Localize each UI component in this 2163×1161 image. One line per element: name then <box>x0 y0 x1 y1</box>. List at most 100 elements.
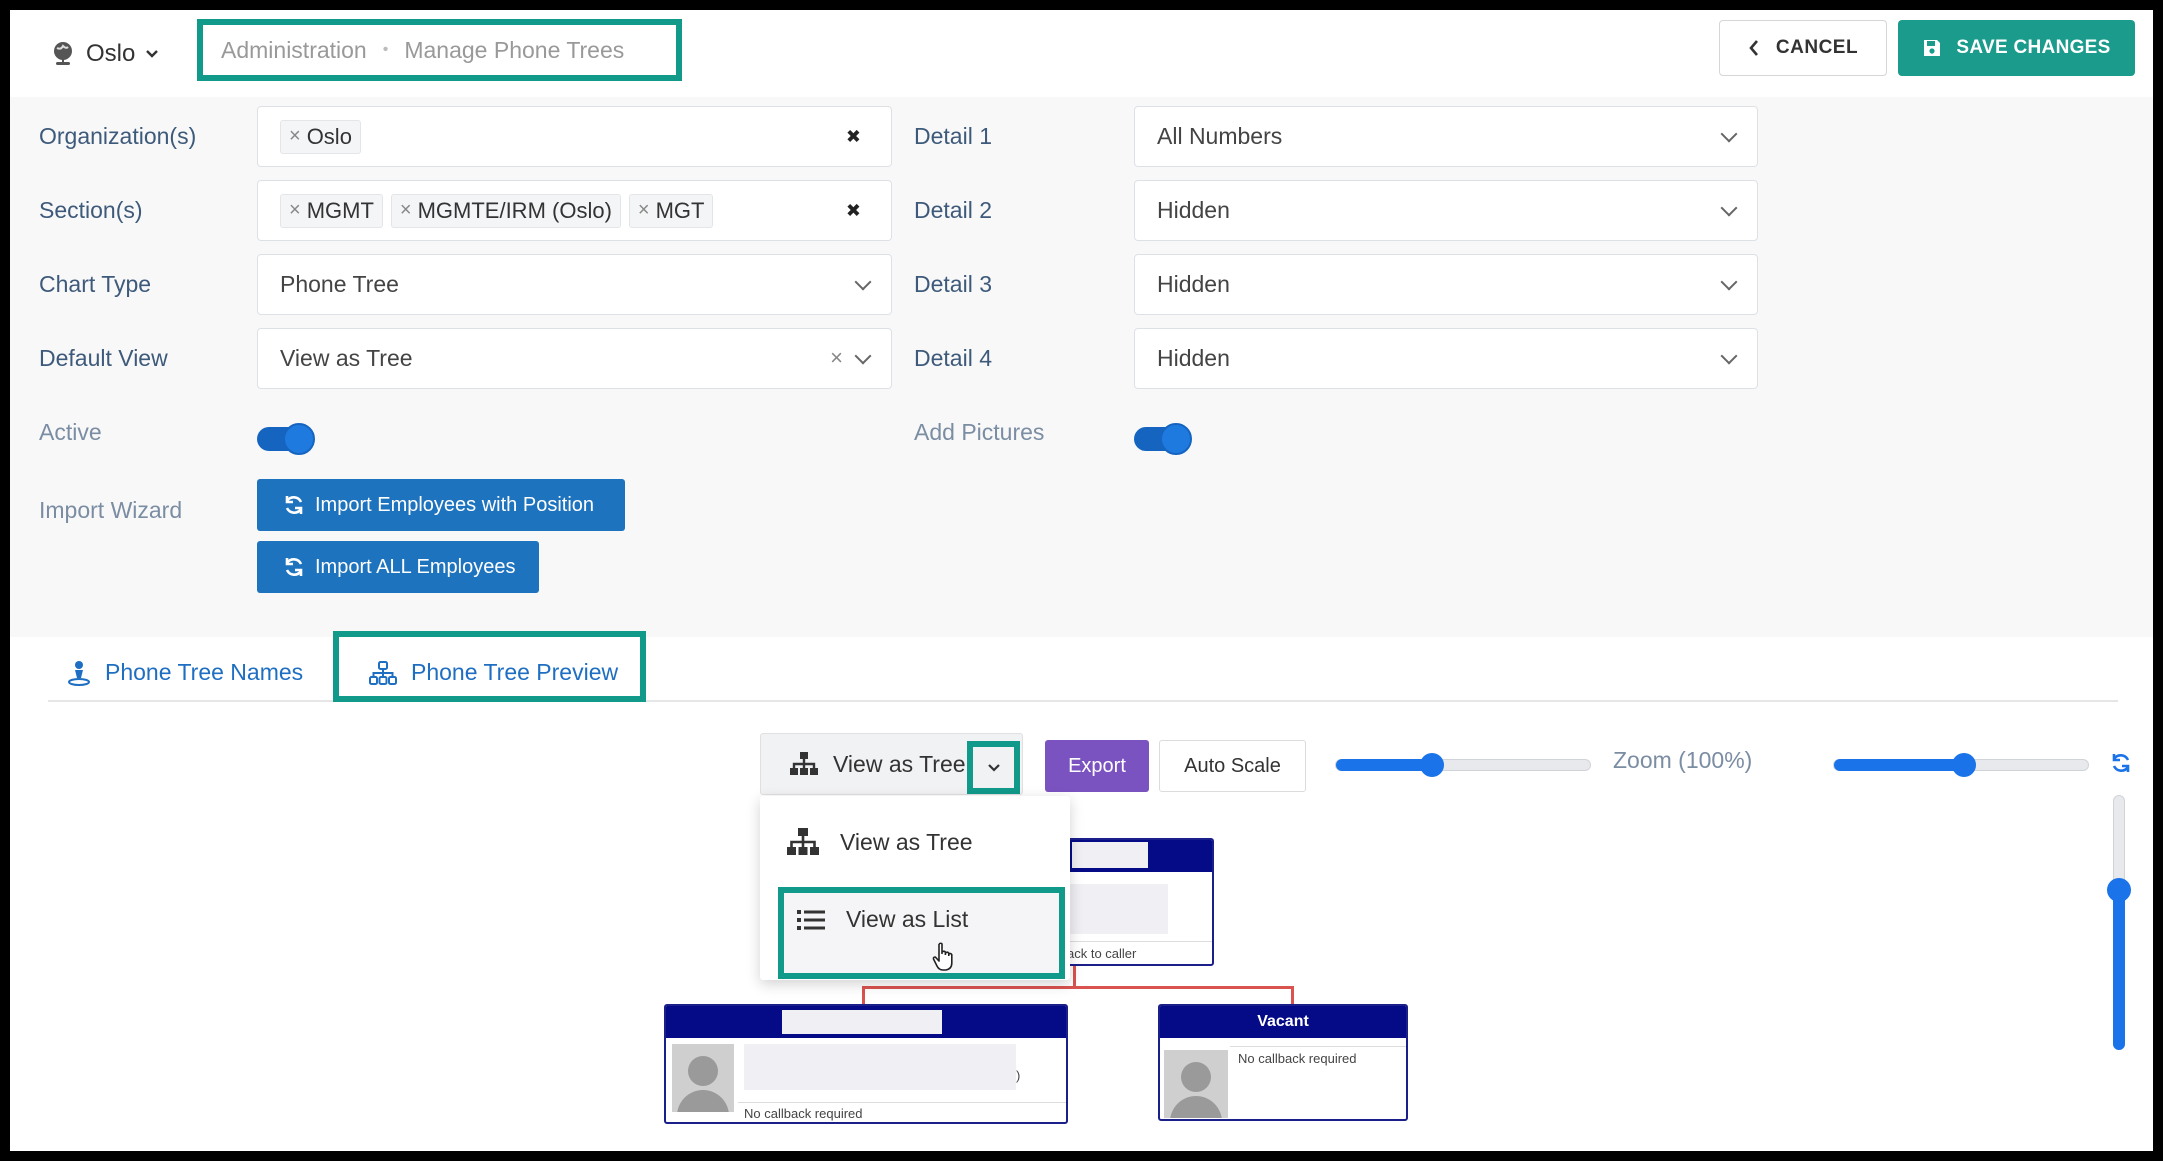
remove-tag-icon[interactable]: × <box>289 199 301 222</box>
globe-icon <box>54 42 72 65</box>
add-pictures-toggle[interactable] <box>1134 423 1192 455</box>
refresh-icon <box>285 558 303 576</box>
refresh-icon <box>285 496 303 514</box>
detail-1-value: All Numbers <box>1157 123 1283 149</box>
org-switcher[interactable]: Oslo <box>50 32 159 76</box>
tab-phone-tree-names[interactable]: Phone Tree Names <box>67 659 303 686</box>
section-tag[interactable]: × MGMTE/IRM (Oslo) <box>390 193 621 228</box>
chevron-down-icon <box>1720 125 1738 142</box>
slider-fill <box>1336 759 1432 771</box>
default-view-value: View as Tree <box>280 345 413 371</box>
slider-thumb[interactable] <box>1952 753 1976 777</box>
tree-card-left[interactable]: ) No callback required <box>664 1004 1068 1124</box>
tab-label: Phone Tree Preview <box>411 659 619 685</box>
slider-thumb[interactable] <box>1420 753 1444 777</box>
org-name: Oslo <box>86 40 136 67</box>
import-employees-with-position-button[interactable]: Import Employees with Position <box>257 479 625 531</box>
redacted-details <box>1062 884 1168 934</box>
import-all-employees-button[interactable]: Import ALL Employees <box>257 541 539 593</box>
redacted-name <box>1072 842 1148 868</box>
chevron-down-icon <box>854 347 872 364</box>
remove-tag-icon[interactable]: × <box>289 125 301 148</box>
chevron-down-icon <box>1720 273 1738 290</box>
view-mode-dropdown-button[interactable] <box>967 741 1020 794</box>
avatar-placeholder <box>1164 1050 1228 1118</box>
card-header: Vacant <box>1160 1006 1406 1038</box>
zoom-slider[interactable] <box>1833 753 2089 777</box>
tab-phone-tree-preview[interactable]: Phone Tree Preview <box>369 659 618 686</box>
app-window: Oslo Administration • Manage Phone Trees… <box>10 10 2153 1151</box>
chevron-down-icon <box>1720 347 1738 364</box>
sitemap-icon <box>790 752 818 775</box>
clear-icon[interactable]: ✖ <box>846 126 861 147</box>
active-label: Active <box>39 419 102 445</box>
cancel-label: CANCEL <box>1775 37 1859 58</box>
organizations-multiselect[interactable]: × Oslo ✖ <box>257 106 892 167</box>
detail-4-select[interactable]: Hidden <box>1134 328 1758 389</box>
chevron-down-icon <box>854 273 872 290</box>
cancel-button[interactable]: CANCEL <box>1719 20 1887 76</box>
toggle-knob <box>1160 423 1192 455</box>
detail-3-value: Hidden <box>1157 271 1230 297</box>
sitemap-icon <box>787 828 819 855</box>
import-wizard-label: Import Wizard <box>39 497 183 523</box>
card-divider <box>738 1102 1066 1103</box>
breadcrumb-separator: • <box>382 41 389 58</box>
slider-fill <box>1834 759 1964 771</box>
tab-label: Phone Tree Names <box>105 659 304 685</box>
breadcrumb-manage-phone-trees: Manage Phone Trees <box>404 36 625 63</box>
tree-connector <box>862 986 1294 989</box>
chevron-left-icon <box>1749 40 1758 56</box>
import-all-label: Import ALL Employees <box>315 555 516 578</box>
chart-type-value: Phone Tree <box>280 271 399 297</box>
tree-connector <box>862 986 865 1006</box>
organization-tag[interactable]: × Oslo <box>280 119 361 154</box>
organizations-label: Organization(s) <box>39 123 197 149</box>
avatar-placeholder <box>672 1044 734 1112</box>
tree-card-vacant[interactable]: Vacant No callback required <box>1158 1004 1408 1121</box>
active-toggle[interactable] <box>257 423 315 455</box>
menu-item-label: View as Tree <box>840 828 973 855</box>
list-icon <box>797 909 825 930</box>
chevron-down-icon <box>146 50 159 58</box>
view-mode-value: View as Tree <box>833 750 966 777</box>
breadcrumb-administration[interactable]: Administration <box>221 37 367 64</box>
sections-multiselect[interactable]: × MGMT × MGMTE/IRM (Oslo) × MGT ✖ <box>257 180 892 241</box>
tree-connector <box>1291 986 1294 1006</box>
sections-label: Section(s) <box>39 197 143 223</box>
auto-scale-button[interactable]: Auto Scale <box>1159 740 1306 792</box>
scale-slider[interactable] <box>1335 753 1591 777</box>
menu-item-highlight <box>778 887 1065 979</box>
reset-zoom-icon[interactable] <box>2110 752 2132 774</box>
section-tag[interactable]: × MGT <box>628 193 714 228</box>
import-position-label: Import Employees with Position <box>315 493 595 516</box>
save-changes-button[interactable]: SAVE CHANGES <box>1898 20 2135 76</box>
detail-3-select[interactable]: Hidden <box>1134 254 1758 315</box>
detail-2-select[interactable]: Hidden <box>1134 180 1758 241</box>
chevron-down-icon <box>1720 199 1738 216</box>
detail-4-value: Hidden <box>1157 345 1230 371</box>
remove-tag-icon[interactable]: × <box>400 199 412 222</box>
clear-icon[interactable]: ✖ <box>846 200 861 221</box>
section-tag-label: MGMT <box>306 197 374 223</box>
menu-item-view-as-list[interactable]: View as List <box>796 906 968 933</box>
vertical-zoom-slider[interactable] <box>2107 795 2131 1050</box>
export-button[interactable]: Export <box>1045 740 1149 792</box>
chart-type-select[interactable]: Phone Tree <box>257 254 892 315</box>
clear-icon[interactable]: × <box>830 345 843 371</box>
zoom-label: Zoom (100%) <box>1613 747 1753 773</box>
detail-1-select[interactable]: All Numbers <box>1134 106 1758 167</box>
person-pin-icon <box>68 660 90 686</box>
default-view-select[interactable]: View as Tree × <box>257 328 892 389</box>
breadcrumb: Administration • Manage Phone Trees <box>197 19 682 81</box>
card-callback-text: ack to caller <box>1067 946 1137 961</box>
tree-connector <box>1073 965 1076 987</box>
menu-item-view-as-tree[interactable]: View as Tree <box>786 828 973 856</box>
slider-thumb[interactable] <box>2107 878 2131 902</box>
remove-tag-icon[interactable]: × <box>638 199 650 222</box>
section-tag[interactable]: × MGMT <box>280 193 383 228</box>
section-tag-label: MGMTE/IRM (Oslo) <box>417 197 612 223</box>
sitemap-icon <box>369 660 397 685</box>
default-view-label: Default View <box>39 345 168 371</box>
detail-2-label: Detail 2 <box>914 197 992 223</box>
